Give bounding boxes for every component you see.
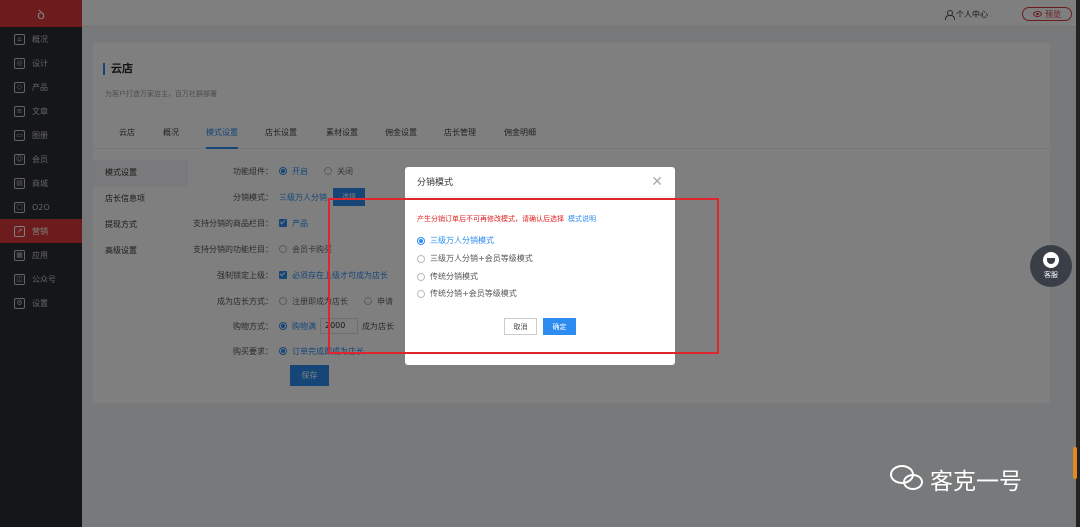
wechat-icon [890, 465, 924, 493]
customer-service-button[interactable]: 客服 [1030, 245, 1072, 287]
customer-service-icon [1043, 252, 1059, 268]
scrollbar-thumb[interactable] [1073, 447, 1077, 479]
customer-service-label: 客服 [1044, 271, 1058, 279]
watermark: 客克一号 [890, 462, 1022, 496]
dialog-title: 分销模式 [417, 178, 454, 188]
close-icon[interactable]: ✕ [651, 175, 663, 189]
dialog-header: 分销模式 ✕ [405, 167, 675, 197]
watermark-text: 客克一号 [930, 469, 1022, 495]
annotation-highlight [328, 198, 719, 354]
